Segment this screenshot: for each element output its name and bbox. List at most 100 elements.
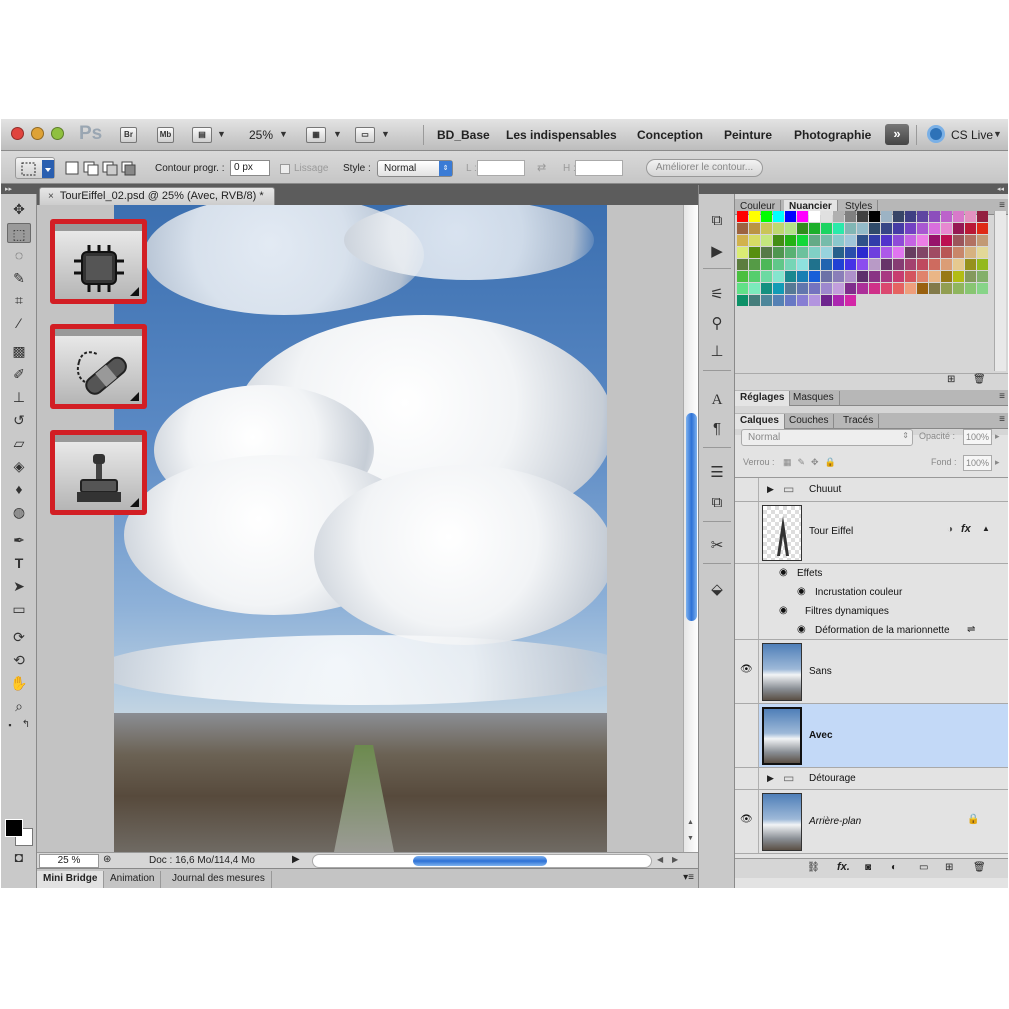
vertical-scrollbar[interactable]: ▲ ▼: [683, 205, 698, 852]
chevron-down-icon[interactable]: ▼: [279, 129, 288, 139]
swatch[interactable]: [905, 283, 916, 294]
lasso-tool-icon[interactable]: ◌: [7, 245, 31, 265]
swatch[interactable]: [749, 271, 760, 282]
close-window-button[interactable]: [11, 127, 24, 140]
vertical-scroll-thumb[interactable]: [686, 413, 697, 621]
visibility-toggle[interactable]: [735, 502, 759, 563]
swatch[interactable]: [761, 247, 772, 258]
swatch[interactable]: [953, 223, 964, 234]
dodge-tool-icon[interactable]: ◍: [7, 502, 31, 522]
tab-measurement-log[interactable]: Journal des mesures: [166, 871, 272, 888]
chevron-right-icon[interactable]: ▸: [995, 431, 1000, 442]
swatch[interactable]: [821, 235, 832, 246]
swatch[interactable]: [797, 247, 808, 258]
proof-icon[interactable]: ⊛: [103, 854, 111, 865]
chevron-down-icon[interactable]: ▼: [381, 129, 390, 139]
swatch[interactable]: [965, 223, 976, 234]
swatch[interactable]: [785, 271, 796, 282]
swatch[interactable]: [857, 283, 868, 294]
swatch[interactable]: [797, 235, 808, 246]
tab-animation[interactable]: Animation: [104, 871, 162, 888]
swatch[interactable]: [917, 271, 928, 282]
tab-layers[interactable]: Calques: [735, 414, 785, 429]
new-group-icon[interactable]: ▭: [919, 862, 928, 873]
document-canvas-photo[interactable]: [114, 205, 607, 852]
anti-alias-checkbox[interactable]: [280, 164, 290, 174]
swatch[interactable]: [893, 211, 904, 222]
swatch[interactable]: [749, 223, 760, 234]
eraser-tool-icon[interactable]: ▱: [7, 433, 31, 453]
swatch[interactable]: [833, 247, 844, 258]
eyedropper-tool-icon[interactable]: ⁄: [7, 313, 31, 333]
swatch-scrollbar[interactable]: [994, 211, 1006, 371]
swatch[interactable]: [953, 259, 964, 270]
swatch[interactable]: [737, 223, 748, 234]
swatch[interactable]: [953, 211, 964, 222]
tab-masks[interactable]: Masques: [788, 391, 840, 406]
trash-icon[interactable]: 🗑: [973, 374, 986, 385]
swatch[interactable]: [893, 259, 904, 270]
visibility-toggle[interactable]: [735, 478, 759, 501]
swatch[interactable]: [965, 259, 976, 270]
visibility-toggle[interactable]: [735, 704, 759, 767]
swatch[interactable]: [929, 223, 940, 234]
swatch[interactable]: [773, 211, 784, 222]
notes-panel-icon[interactable]: ⬙: [706, 579, 728, 601]
quick-selection-tool-icon[interactable]: ✎: [7, 268, 31, 288]
effects-row[interactable]: ◉ Effets: [735, 564, 1008, 583]
swatch[interactable]: [965, 235, 976, 246]
swatch[interactable]: [761, 271, 772, 282]
swatch[interactable]: [809, 223, 820, 234]
more-workspaces-button[interactable]: »: [885, 124, 909, 145]
swatch[interactable]: [737, 295, 748, 306]
swatch[interactable]: [785, 247, 796, 258]
swatch[interactable]: [917, 211, 928, 222]
swatch[interactable]: [833, 283, 844, 294]
workspace-bd-base[interactable]: BD_Base: [437, 128, 490, 142]
panel-menu-icon[interactable]: ▾≡: [683, 872, 694, 883]
swatch[interactable]: [773, 235, 784, 246]
swatch[interactable]: [809, 235, 820, 246]
workspace-design[interactable]: Conception: [637, 128, 703, 142]
swatch[interactable]: [833, 235, 844, 246]
scroll-down-icon[interactable]: ▼: [687, 835, 694, 842]
swatch[interactable]: [857, 259, 868, 270]
swatch[interactable]: [809, 295, 820, 306]
brush-presets-icon[interactable]: ⚟: [706, 284, 728, 306]
rectangle-tool-icon[interactable]: ▭: [7, 599, 31, 619]
swatch[interactable]: [773, 283, 784, 294]
swatch[interactable]: [749, 235, 760, 246]
swatch[interactable]: [965, 271, 976, 282]
character-panel-icon[interactable]: A: [706, 389, 728, 411]
add-mask-icon[interactable]: ◙: [865, 862, 871, 873]
swatch[interactable]: [761, 223, 772, 234]
zoom-window-button[interactable]: [51, 127, 64, 140]
swatch[interactable]: [761, 211, 772, 222]
swatch[interactable]: [845, 235, 856, 246]
screen-mode-icon[interactable]: ▭: [355, 127, 375, 143]
panel-menu-icon[interactable]: ≡: [999, 414, 1005, 425]
fx-icon[interactable]: fx: [961, 523, 971, 535]
type-tool-icon[interactable]: T: [7, 553, 31, 573]
swatch[interactable]: [809, 211, 820, 222]
eye-icon[interactable]: ◉: [797, 586, 806, 597]
fill-input[interactable]: 100%: [963, 455, 992, 471]
swatch[interactable]: [785, 295, 796, 306]
swatch[interactable]: [797, 211, 808, 222]
swatch[interactable]: [761, 259, 772, 270]
selection-mode-icons[interactable]: [65, 160, 137, 176]
swatch[interactable]: [773, 259, 784, 270]
eye-icon[interactable]: ◉: [779, 567, 788, 578]
swatch[interactable]: [977, 259, 988, 270]
swatch[interactable]: [845, 295, 856, 306]
swatch[interactable]: [737, 271, 748, 282]
trash-icon[interactable]: 🗑: [973, 862, 986, 873]
swatch[interactable]: [797, 223, 808, 234]
swatch[interactable]: [821, 259, 832, 270]
swatch[interactable]: [929, 235, 940, 246]
visibility-toggle[interactable]: 👁: [735, 790, 759, 853]
tab-channels[interactable]: Couches: [784, 414, 835, 429]
swatch-grid[interactable]: [737, 211, 991, 331]
swatch[interactable]: [941, 271, 952, 282]
layer-row-selected[interactable]: Avec: [735, 704, 1008, 768]
